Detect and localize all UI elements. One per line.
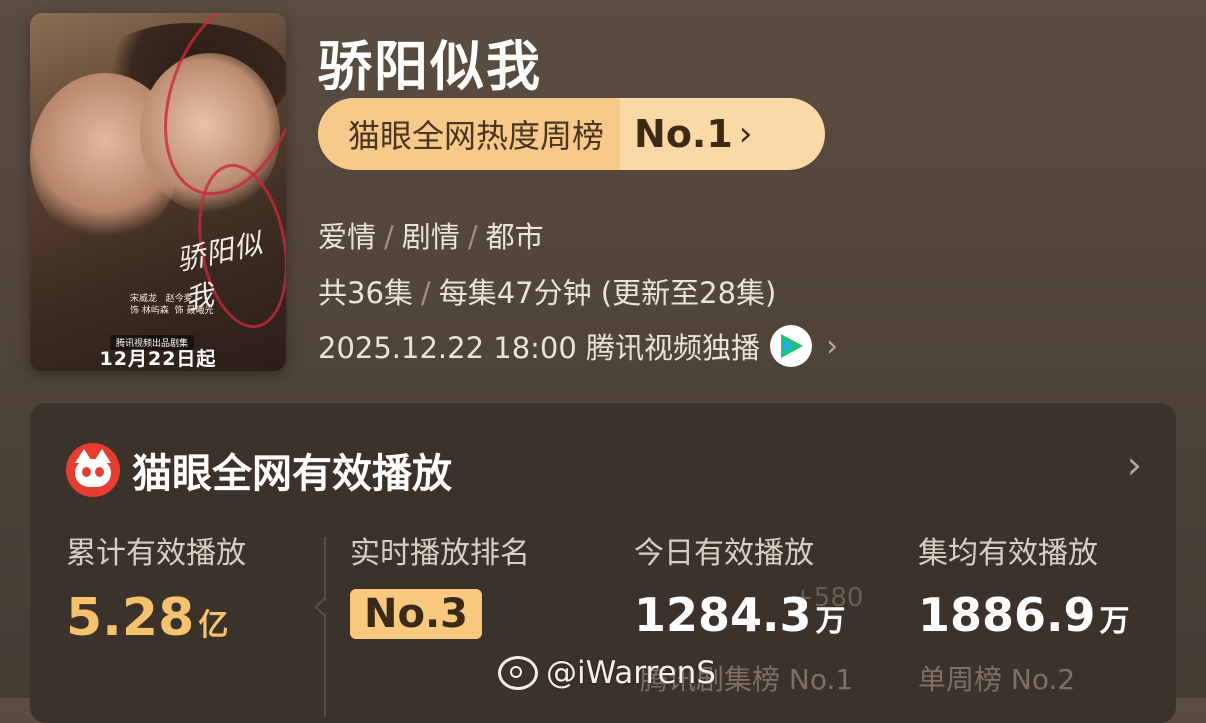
cumulative-label: 累计有效播放 bbox=[66, 536, 246, 571]
airing-info-row[interactable]: 2025.12.22 18:00 腾讯视频独播 › bbox=[318, 325, 838, 367]
avg-value: 1886.9 万 bbox=[918, 588, 1130, 642]
today-value: 1284.3 万 bbox=[634, 588, 846, 642]
episode-total: 共36集 bbox=[318, 276, 413, 310]
tag: 剧情 bbox=[401, 220, 460, 254]
chevron-right-icon[interactable]: › bbox=[1127, 443, 1142, 487]
rank-pill-value: No.1 bbox=[634, 112, 733, 156]
tag-separator: / bbox=[467, 220, 478, 254]
rank-pill-label-area: 猫眼全网热度周榜 bbox=[318, 98, 621, 170]
divider-notch bbox=[314, 598, 332, 616]
show-title: 骄阳似我 bbox=[318, 35, 542, 98]
avg-number: 1886.9 bbox=[918, 588, 1096, 642]
realtime-rank-badge: No.3 bbox=[350, 589, 482, 639]
avg-unit: 万 bbox=[1099, 604, 1130, 639]
today-unit: 万 bbox=[815, 604, 846, 639]
rank-pill-label: 猫眼全网热度周榜 bbox=[348, 117, 605, 155]
today-number: 1284.3 bbox=[634, 588, 812, 642]
poster-cast-left-role: 饰 林屿森 bbox=[130, 306, 169, 316]
episode-separator: / bbox=[420, 276, 431, 310]
cumulative-value: 5.28 亿 bbox=[66, 588, 228, 648]
today-label: 今日有效播放 bbox=[634, 536, 814, 571]
cumulative-unit: 亿 bbox=[198, 608, 229, 643]
episode-length: 每集47分钟 (更新至28集) bbox=[438, 276, 777, 310]
poster-cast-right-role: 饰 聂曦光 bbox=[174, 306, 214, 316]
poster-date: 12月22日起 bbox=[99, 348, 217, 370]
poster-cast-right: 赵今麦 bbox=[165, 294, 193, 304]
maoyan-cat-icon bbox=[66, 443, 120, 497]
avg-label: 集均有效播放 bbox=[918, 536, 1098, 571]
episode-info: 共36集 / 每集47分钟 (更新至28集) bbox=[318, 270, 776, 312]
stat-divider bbox=[324, 537, 326, 717]
tag: 爱情 bbox=[318, 220, 377, 254]
chevron-right-icon: › bbox=[826, 328, 839, 364]
weibo-icon bbox=[498, 656, 538, 690]
weekly-rank-pill[interactable]: 猫眼全网热度周榜 No.1 › bbox=[318, 98, 825, 170]
poster-cast: 宋威龙 赵今麦 饰 林屿森 饰 聂曦光 bbox=[130, 293, 213, 317]
card-header[interactable]: 猫眼全网有效播放 bbox=[66, 441, 452, 499]
weibo-watermark: @iWarrenS bbox=[498, 655, 716, 691]
avg-subtext: 单周榜 No.2 bbox=[918, 663, 1076, 696]
watermark-text: @iWarrenS bbox=[546, 655, 716, 691]
tencent-video-icon bbox=[770, 325, 813, 367]
card-title: 猫眼全网有效播放 bbox=[132, 451, 452, 497]
cumulative-number: 5.28 bbox=[66, 588, 195, 648]
chevron-right-icon: › bbox=[738, 114, 753, 154]
tag-separator: / bbox=[384, 220, 394, 254]
realtime-rank-label: 实时播放排名 bbox=[350, 536, 530, 571]
airing-text: 2025.12.22 18:00 腾讯视频独播 bbox=[318, 331, 761, 365]
genre-tags: 爱情 / 剧情 / 都市 bbox=[318, 214, 544, 256]
show-poster[interactable]: 骄阳似我 宋威龙 赵今麦 饰 林屿森 饰 聂曦光 腾讯视频出品剧集 12月22日… bbox=[30, 13, 286, 371]
tag: 都市 bbox=[485, 220, 544, 254]
poster-cast-left: 宋威龙 bbox=[130, 294, 158, 304]
